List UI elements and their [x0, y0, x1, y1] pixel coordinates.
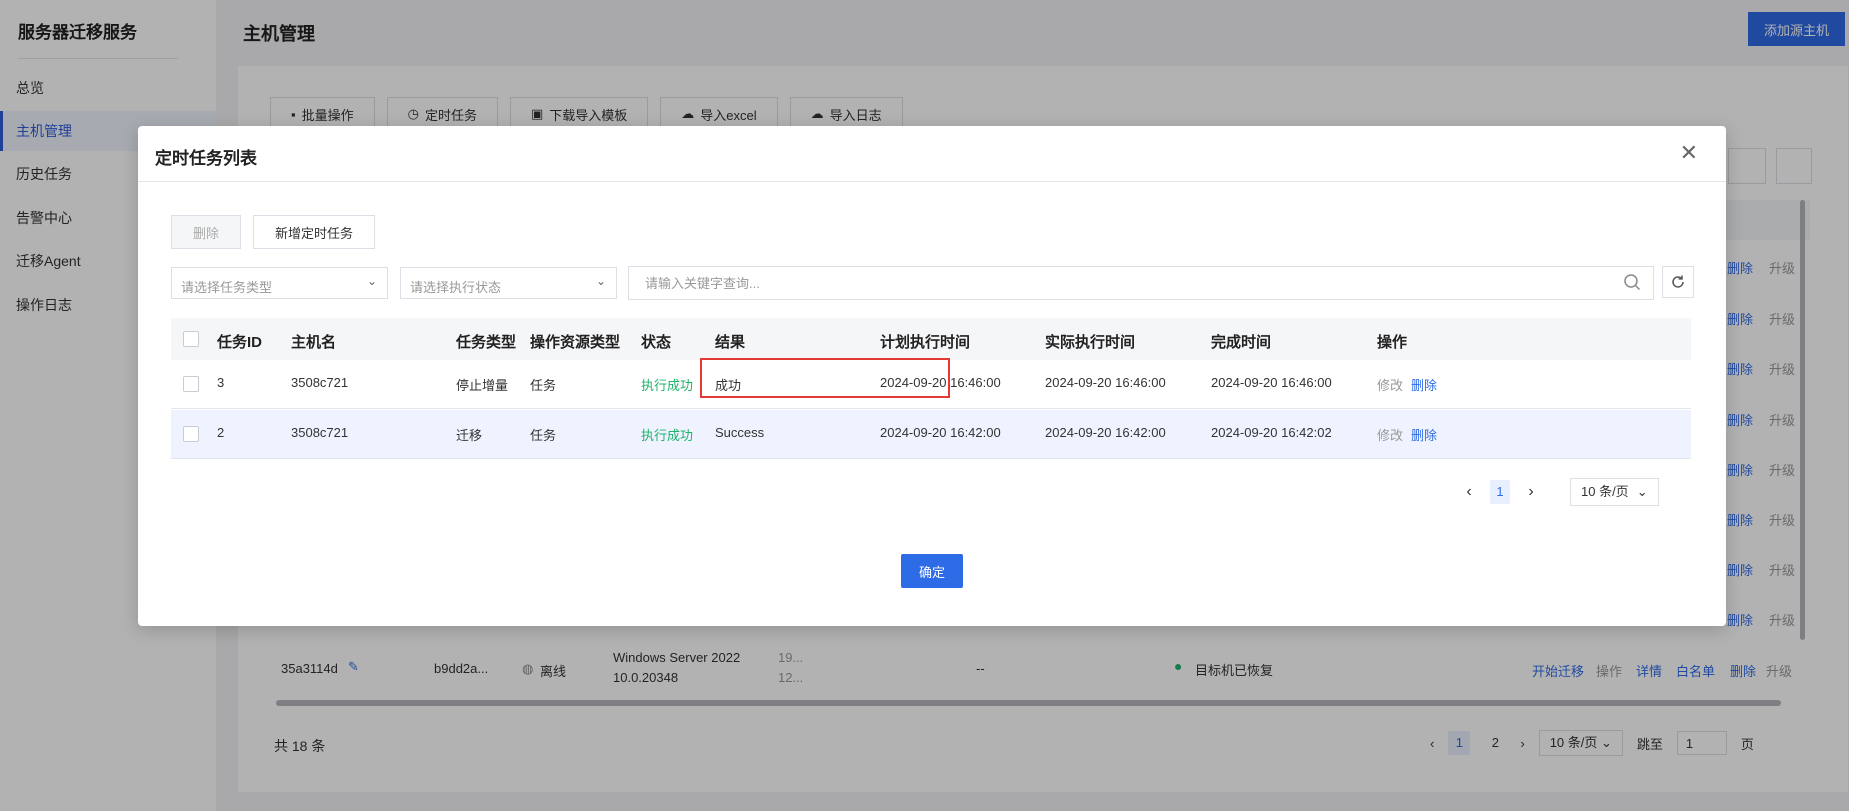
column-status: 状态: [641, 334, 672, 351]
column-host-name: 主机名: [291, 334, 337, 351]
select-all-checkbox[interactable]: [183, 331, 199, 347]
host-name: 3508c721: [291, 425, 349, 440]
highlight-box: [700, 358, 950, 398]
row-checkbox[interactable]: [183, 376, 199, 392]
edit-link[interactable]: 修改: [1377, 425, 1403, 444]
close-icon[interactable]: ✕: [1680, 140, 1698, 166]
scheduled-task-list-dialog: 定时任务列表 ✕ 删除 新增定时任务 请选择任务类型 ⌄ 请选择执行状态 ⌄ 任…: [138, 126, 1726, 626]
search-input[interactable]: [643, 267, 1547, 299]
next-page-icon[interactable]: ›: [1520, 481, 1542, 503]
exec-status-select[interactable]: 请选择执行状态 ⌄: [400, 267, 617, 299]
delete-button[interactable]: 删除: [171, 215, 241, 249]
dialog-header: 定时任务列表 ✕: [138, 126, 1726, 182]
status-badge: 执行成功: [641, 378, 694, 393]
finish-time: 2024-09-20 16:42:02: [1211, 425, 1332, 440]
chevron-down-icon: ⌄: [1636, 484, 1648, 499]
refresh-button[interactable]: [1662, 266, 1694, 298]
actual-time: 2024-09-20 16:46:00: [1045, 375, 1166, 390]
dialog-pagination: ‹ 1 › 10 条/页 ⌄: [1458, 478, 1659, 506]
chevron-down-icon: ⌄: [595, 274, 606, 288]
planned-time: 2024-09-20 16:42:00: [880, 425, 1001, 440]
keyword-search: [628, 266, 1654, 300]
finish-time: 2024-09-20 16:46:00: [1211, 375, 1332, 390]
row-checkbox[interactable]: [183, 426, 199, 442]
page-1-button[interactable]: 1: [1490, 480, 1510, 504]
confirm-button[interactable]: 确定: [901, 554, 963, 588]
actual-time: 2024-09-20 16:42:00: [1045, 425, 1166, 440]
table-header: 任务ID 主机名 任务类型 操作资源类型 状态 结果 计划执行时间 实际执行时间…: [171, 318, 1691, 360]
task-type: 停止增量: [456, 378, 509, 393]
delete-link[interactable]: 删除: [1411, 375, 1437, 394]
column-finish-time: 完成时间: [1211, 334, 1272, 351]
delete-link[interactable]: 删除: [1411, 425, 1437, 444]
resource-type: 任务: [530, 428, 557, 443]
dialog-title: 定时任务列表: [155, 149, 257, 168]
table-row: 2 3508c721 迁移 任务 执行成功 Success 2024-09-20…: [171, 410, 1691, 459]
task-type: 迁移: [456, 428, 483, 443]
result-text: Success: [715, 425, 765, 440]
refresh-icon: [1672, 275, 1684, 288]
column-actual-time: 实际执行时间: [1045, 334, 1136, 351]
task-type-select[interactable]: 请选择任务类型 ⌄: [171, 267, 388, 299]
column-actions: 操作: [1377, 334, 1408, 351]
column-result: 结果: [715, 334, 746, 351]
edit-link[interactable]: 修改: [1377, 375, 1403, 394]
column-resource-type: 操作资源类型: [530, 334, 621, 351]
column-task-id: 任务ID: [217, 334, 263, 351]
add-scheduled-task-button[interactable]: 新增定时任务: [253, 215, 375, 249]
search-icon[interactable]: [1623, 273, 1641, 291]
prev-page-icon[interactable]: ‹: [1458, 481, 1480, 503]
task-id: 2: [217, 425, 225, 440]
task-id: 3: [217, 375, 225, 390]
column-planned-time: 计划执行时间: [880, 334, 971, 351]
page-size-select[interactable]: 10 条/页 ⌄: [1570, 478, 1659, 506]
column-task-type: 任务类型: [456, 334, 517, 351]
chevron-down-icon: ⌄: [366, 274, 377, 288]
status-badge: 执行成功: [641, 428, 694, 443]
resource-type: 任务: [530, 378, 557, 393]
host-name: 3508c721: [291, 375, 349, 390]
